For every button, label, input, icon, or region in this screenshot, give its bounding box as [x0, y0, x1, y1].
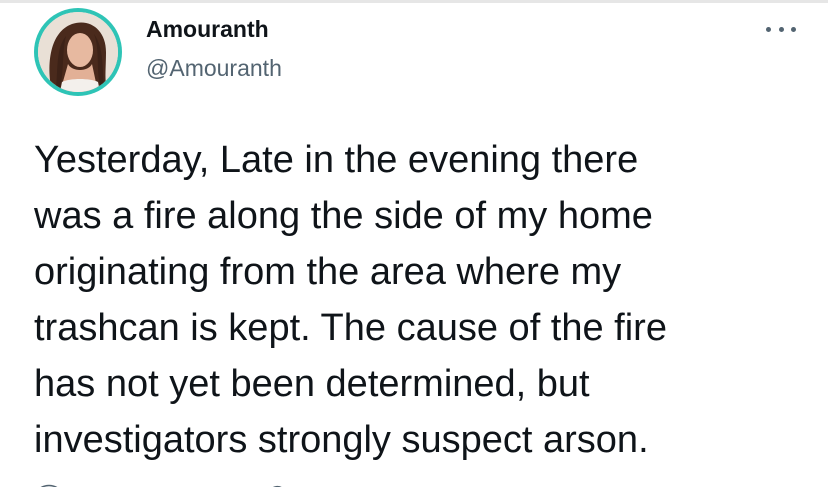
cut-off-content: [34, 478, 294, 487]
more-dot: [766, 26, 771, 32]
user-handle[interactable]: @Amouranth: [146, 53, 282, 83]
tweet-header: Amouranth @Amouranth: [146, 14, 282, 83]
more-options-icon[interactable]: [766, 22, 796, 36]
avatar-photo: [38, 12, 118, 92]
top-divider: [0, 0, 828, 3]
display-name[interactable]: Amouranth: [146, 14, 282, 44]
tweet-text: Yesterday, Late in the evening there was…: [34, 139, 667, 461]
avatar[interactable]: [34, 8, 122, 96]
tweet: Amouranth @Amouranth Yesterday, Late in …: [0, 0, 828, 487]
more-dot: [778, 26, 784, 32]
avatar-portrait-icon: [38, 12, 118, 92]
more-dot: [791, 26, 796, 32]
